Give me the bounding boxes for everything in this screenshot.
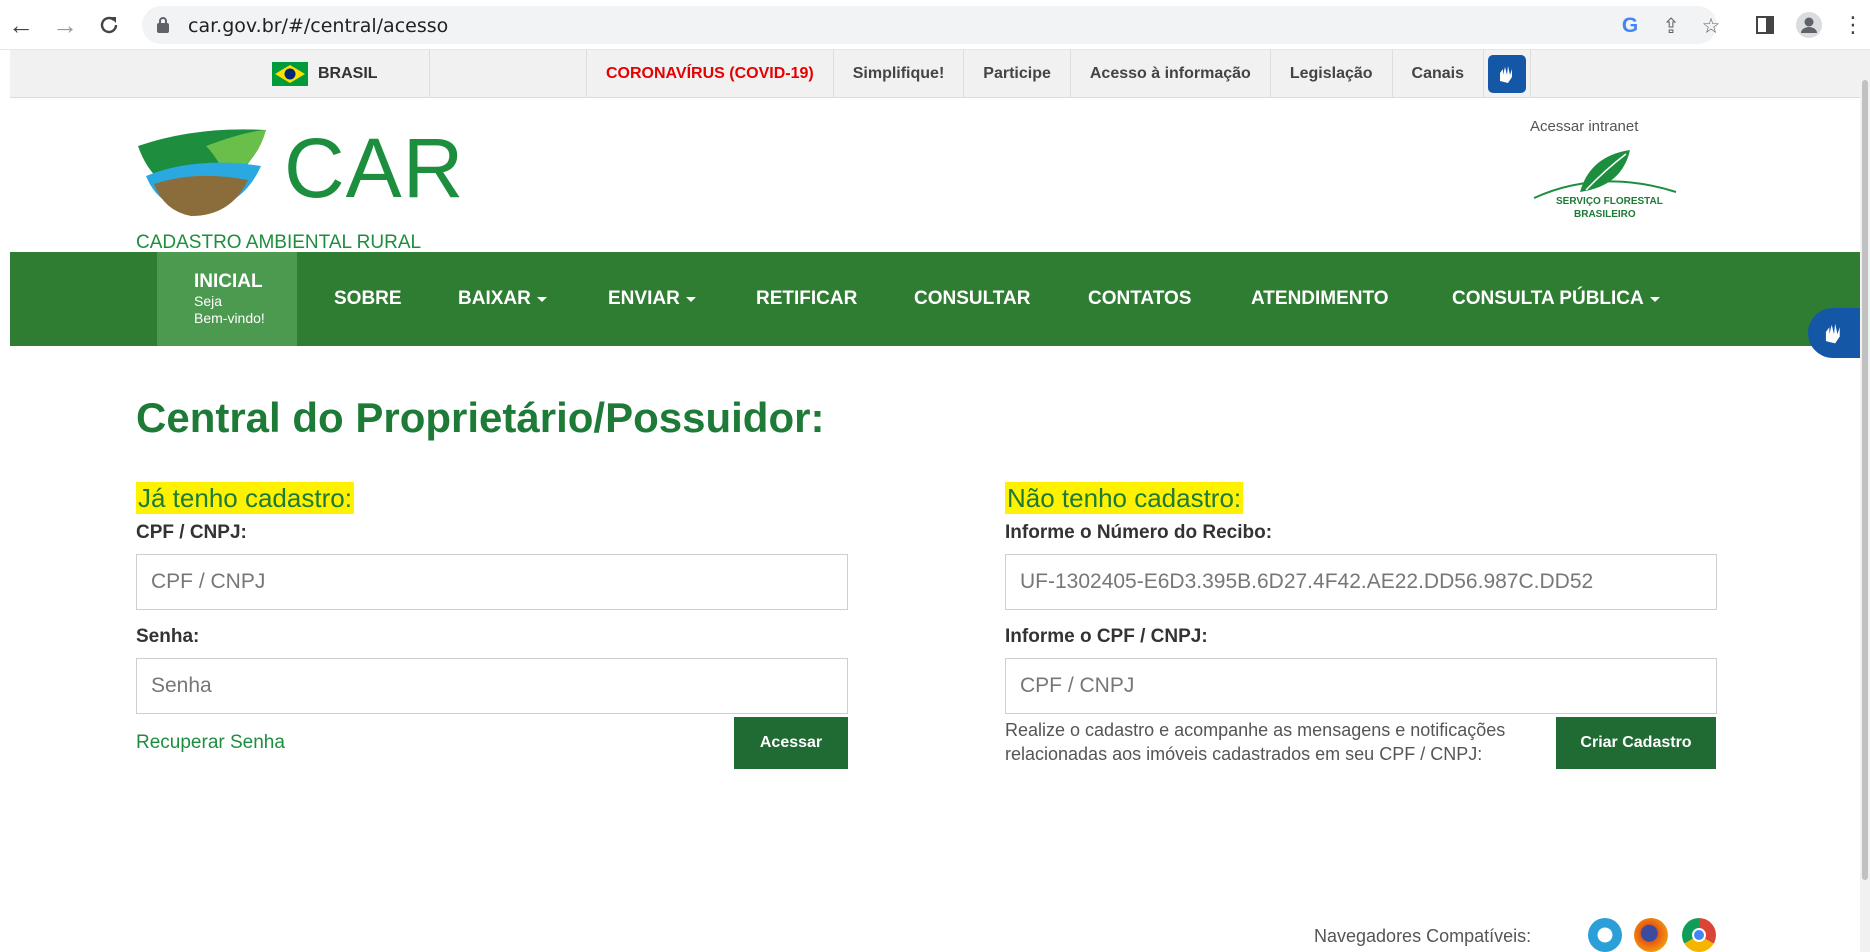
- login-column: Já tenho cadastro: CPF / CNPJ: CPF / CNP…: [136, 482, 848, 714]
- menu-item-sobre[interactable]: SOBRE: [334, 252, 402, 346]
- page-title: Central do Proprietário/Possuidor:: [136, 394, 825, 441]
- caret-down-icon: [1649, 296, 1660, 302]
- register-cpf-label: Informe o CPF / CNPJ:: [1005, 626, 1208, 647]
- brazil-flag-icon: [272, 62, 308, 86]
- login-senha-input[interactable]: Senha: [136, 658, 848, 714]
- leaf-icon: [1533, 150, 1677, 199]
- register-desc-line2: relacionadas aos imóveis cadastrados em …: [1005, 744, 1483, 764]
- menu-consulta-publica-label: CONSULTA PÚBLICA: [1452, 288, 1644, 309]
- menu-kebab-icon[interactable]: ⋮: [1836, 8, 1870, 42]
- menu-inicial-sub2: Bem-vindo!: [194, 310, 265, 326]
- login-heading: Já tenho cadastro:: [136, 482, 354, 514]
- forward-icon[interactable]: →: [48, 8, 82, 42]
- gov-link-canais[interactable]: Canais: [1391, 50, 1483, 98]
- menu-item-baixar[interactable]: BAIXAR: [458, 252, 547, 346]
- gov-bar: BRASIL CORONAVÍRUS (COVID-19) Simplifiqu…: [10, 50, 1860, 98]
- chrome-icon-center: [1692, 928, 1706, 942]
- gov-link-legislacao[interactable]: Legislação: [1269, 50, 1392, 98]
- browser-toolbar: ← → car.gov.br/#/central/acesso G ⇪ ☆ ⋮: [0, 0, 1870, 50]
- url-text[interactable]: car.gov.br/#/central/acesso: [188, 15, 448, 37]
- star-icon[interactable]: ☆: [1698, 13, 1724, 39]
- car-logo-subtitle: CADASTRO AMBIENTAL RURAL: [136, 232, 422, 253]
- car-logo-mark-icon: [138, 129, 266, 216]
- sfb-line2: BRASILEIRO: [1574, 209, 1636, 220]
- share-icon[interactable]: ⇪: [1658, 13, 1684, 39]
- gov-link-acesso-informacao[interactable]: Acesso à informação: [1069, 50, 1270, 98]
- register-column: Não tenho cadastro: Informe o Número do …: [1005, 482, 1717, 714]
- menu-retificar-label: RETIFICAR: [756, 288, 858, 309]
- recibo-input[interactable]: UF-1302405-E6D3.395B.6D27.4F42.AE22.DD56…: [1005, 554, 1717, 610]
- brasil-link[interactable]: BRASIL: [272, 50, 430, 98]
- chrome-icon: [1682, 918, 1716, 952]
- profile-icon[interactable]: [1792, 8, 1826, 42]
- reload-icon[interactable]: [92, 8, 126, 42]
- page-scrollbar[interactable]: [1860, 50, 1870, 952]
- register-desc-line1: Realize o cadastro e acompanhe as mensag…: [1005, 720, 1506, 740]
- login-cpf-label: CPF / CNPJ:: [136, 522, 247, 543]
- site-header: CAR CADASTRO AMBIENTAL RURAL Acessar int…: [10, 98, 1860, 253]
- address-bar[interactable]: car.gov.br/#/central/acesso G ⇪ ☆: [142, 6, 1720, 44]
- gov-link-participe[interactable]: Participe: [963, 50, 1070, 98]
- gov-links: CORONAVÍRUS (COVID-19) Simplifique! Part…: [586, 50, 1531, 98]
- menu-baixar-label: BAIXAR: [458, 288, 531, 309]
- compatible-browsers-label: Navegadores Compatíveis:: [1314, 926, 1532, 946]
- menu-item-retificar[interactable]: RETIFICAR: [756, 252, 857, 346]
- side-panel-icon[interactable]: [1748, 8, 1782, 42]
- menu-contatos-label: CONTATOS: [1088, 288, 1192, 309]
- register-heading: Não tenho cadastro:: [1005, 482, 1244, 514]
- menu-item-consulta-publica[interactable]: CONSULTA PÚBLICA: [1452, 252, 1660, 346]
- recibo-label: Informe o Número do Recibo:: [1005, 522, 1273, 543]
- accessibility-widget[interactable]: [1808, 308, 1860, 358]
- register-cpf-input[interactable]: CPF / CNPJ: [1005, 658, 1717, 714]
- login-senha-label: Senha:: [136, 626, 200, 647]
- lock-icon: [157, 17, 169, 33]
- criar-cadastro-button[interactable]: Criar Cadastro: [1556, 717, 1716, 769]
- sfb-line1: SERVIÇO FLORESTAL: [1556, 196, 1663, 207]
- menu-atendimento-label: ATENDIMENTO: [1251, 288, 1389, 309]
- main-menu: INICIAL Seja Bem-vindo! SOBRE BAIXAR ENV…: [10, 252, 1860, 346]
- brasil-label: BRASIL: [318, 65, 378, 82]
- register-description: Realize o cadastro e acompanhe as mensag…: [1005, 718, 1565, 766]
- sign-language-icon: [1825, 323, 1840, 344]
- acessar-button[interactable]: Acessar: [734, 717, 848, 769]
- menu-item-atendimento[interactable]: ATENDIMENTO: [1251, 252, 1389, 346]
- menu-item-consultar[interactable]: CONSULTAR: [914, 252, 1030, 346]
- menu-sobre-label: SOBRE: [334, 288, 402, 309]
- car-logo[interactable]: CAR CADASTRO AMBIENTAL RURAL: [136, 120, 463, 253]
- caret-down-icon: [685, 296, 696, 302]
- sign-language-icon: [1488, 55, 1526, 93]
- google-icon[interactable]: G: [1617, 13, 1643, 39]
- menu-consultar-label: CONSULTAR: [914, 288, 1031, 309]
- menu-item-inicial[interactable]: INICIAL Seja Bem-vindo!: [157, 252, 297, 346]
- login-cpf-input[interactable]: CPF / CNPJ: [136, 554, 848, 610]
- menu-enviar-label: ENVIAR: [608, 288, 680, 309]
- scrollbar-thumb[interactable]: [1862, 80, 1868, 880]
- gov-link-simplifique[interactable]: Simplifique!: [832, 50, 964, 98]
- menu-item-enviar[interactable]: ENVIAR: [608, 252, 696, 346]
- sfb-logo[interactable]: SERVIÇO FLORESTAL BRASILEIRO: [1530, 146, 1680, 226]
- caret-down-icon: [536, 296, 547, 302]
- menu-inicial-label: INICIAL: [194, 271, 263, 292]
- firefox-icon: [1634, 918, 1668, 952]
- gov-link-covid[interactable]: CORONAVÍRUS (COVID-19): [586, 50, 833, 98]
- ie-icon: [1588, 918, 1622, 952]
- recover-password-link[interactable]: Recuperar Senha: [136, 732, 285, 754]
- libras-link[interactable]: [1483, 50, 1531, 98]
- menu-inicial-sub1: Seja: [194, 293, 223, 309]
- car-logo-text: CAR: [284, 121, 465, 215]
- intranet-link[interactable]: Acessar intranet: [1530, 118, 1638, 135]
- back-icon[interactable]: ←: [4, 8, 38, 42]
- menu-item-contatos[interactable]: CONTATOS: [1088, 252, 1191, 346]
